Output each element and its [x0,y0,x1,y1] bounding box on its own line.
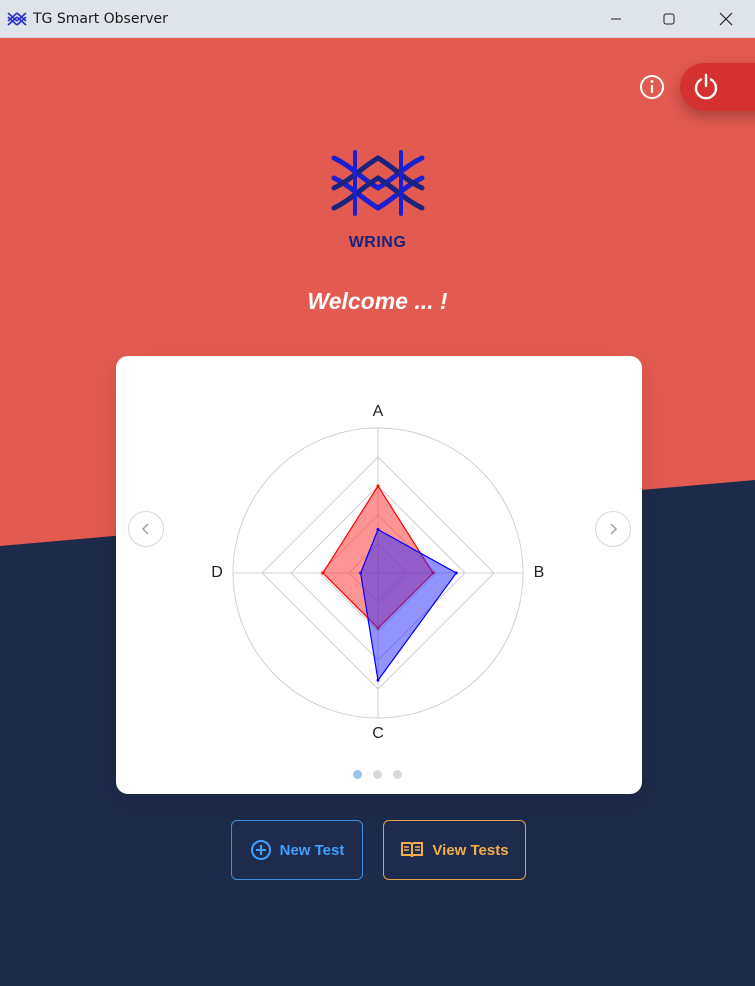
carousel-prev-button[interactable] [128,511,164,547]
close-icon [719,12,732,26]
maximize-icon [663,13,674,25]
carousel-next-button[interactable] [595,511,631,547]
chart-card: A B C D [116,356,642,794]
radar-series-1 [359,528,458,682]
new-test-label: New Test [279,841,345,859]
radar-axis-label: C [372,725,384,742]
radar-point [376,484,380,488]
open-book-icon [401,842,424,858]
app-logo-icon [7,12,27,26]
maximize-button[interactable] [641,0,696,38]
radar-point [321,571,325,575]
minimize-icon [610,18,621,20]
power-button[interactable] [680,63,755,111]
view-tests-label: View Tests [432,841,509,859]
radar-point [359,571,363,575]
main-content: WRING Welcome ... ! A B C D New Test View T… [0,38,755,986]
carousel-dot[interactable] [353,770,362,779]
radar-point [376,678,380,682]
new-test-button[interactable]: New Test [231,820,363,880]
title-bar: TG Smart Observer [0,0,755,38]
minimize-button[interactable] [588,0,643,38]
radar-axis-label: A [373,403,384,420]
window-title: TG Smart Observer [33,11,168,27]
chevron-left-icon [142,523,149,535]
info-icon[interactable] [638,73,666,101]
radar-point [376,528,380,531]
power-icon [694,73,718,100]
carousel-dot[interactable] [373,770,382,779]
radar-axis-label: D [211,564,223,581]
carousel-dot[interactable] [393,770,402,779]
radar-point [454,571,458,575]
plus-circle-icon [250,840,271,860]
welcome-heading: Welcome ... ! [307,288,448,314]
chevron-right-icon [610,523,617,535]
view-tests-button[interactable]: View Tests [383,820,526,880]
brand-logo-icon [331,150,425,216]
brand-name: WRING [348,234,407,251]
close-button[interactable] [698,0,753,38]
radar-axis-label: B [534,564,545,581]
carousel-dots [353,770,402,779]
radar-chart: A B C D [211,403,545,742]
